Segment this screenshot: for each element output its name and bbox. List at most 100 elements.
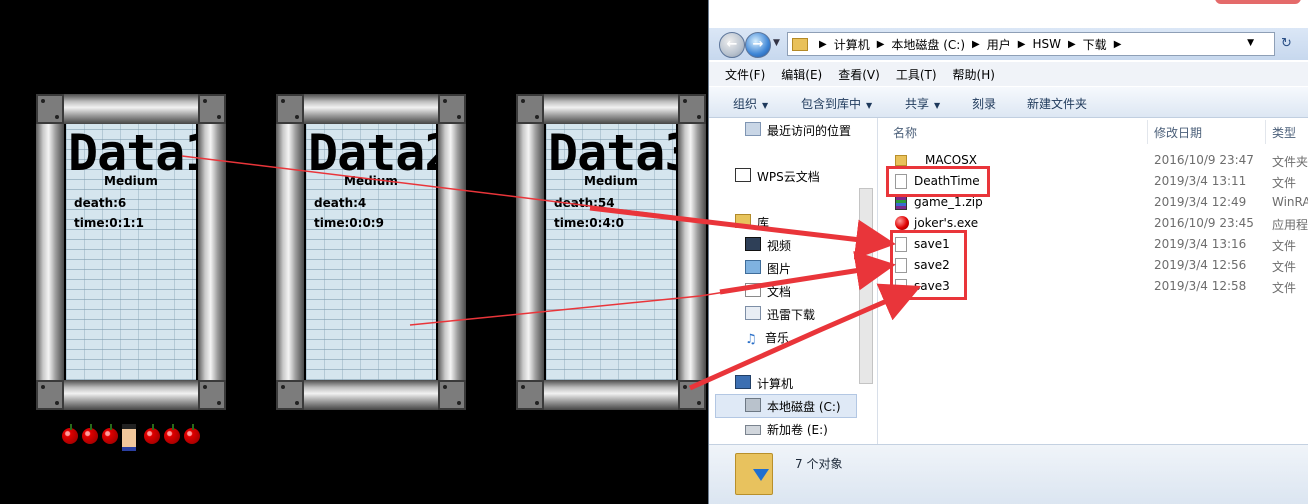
pillar-left	[36, 122, 64, 380]
breadcrumb-computer[interactable]: 计算机	[834, 36, 870, 53]
nav-music[interactable]: ♫ 音乐	[745, 329, 789, 346]
save-slot-3[interactable]: Data3 Medium death:54 time:0:4:0	[516, 94, 706, 410]
bolt-icon	[516, 380, 544, 410]
nav-xunlei[interactable]: 迅雷下载	[745, 306, 815, 323]
share-button[interactable]: 共享 ▼	[905, 95, 940, 112]
column-header-name[interactable]: 名称	[893, 124, 917, 141]
item-count: 7 个对象	[795, 457, 843, 471]
address-dropdown-icon[interactable]: ▼	[1247, 38, 1254, 48]
file-type: 文件	[1272, 239, 1297, 253]
nav-computer[interactable]: 计算机	[735, 375, 793, 392]
bolt-icon	[438, 94, 466, 124]
include-library-button[interactable]: 包含到库中 ▼	[801, 95, 872, 112]
cherry-icon	[164, 424, 180, 444]
slot-time: time:0:4:0	[554, 216, 624, 230]
folder-icon	[792, 37, 808, 51]
nav-documents[interactable]: 文档	[745, 283, 791, 300]
pillar-left	[276, 122, 304, 380]
annotation-box-deathtime	[886, 166, 990, 197]
menu-bar: 文件(F) 编辑(E) 查看(V) 工具(T) 帮助(H)	[709, 62, 1308, 86]
address-bar[interactable]: ▶ 计算机 ▶ 本地磁盘 (C:) ▶ 用户 ▶ HSW ▶ 下载 ▶ ▼	[787, 32, 1275, 56]
nav-label: 新加卷 (E:)	[767, 423, 828, 437]
slot-death-count: death:54	[554, 196, 615, 210]
nav-label: 最近访问的位置	[767, 124, 852, 138]
chevron-right-icon[interactable]: ▶	[1114, 39, 1122, 50]
menu-edit[interactable]: 编辑(E)	[781, 66, 822, 83]
bolt-icon	[198, 94, 226, 124]
history-dropdown-icon[interactable]: ▼	[773, 38, 780, 48]
slot-panel: Data2 Medium death:4 time:0:0:9	[306, 124, 436, 380]
menu-file[interactable]: 文件(F)	[725, 66, 765, 83]
burn-button[interactable]: 刻录	[972, 95, 996, 112]
slot-title: Data1	[68, 124, 196, 182]
column-divider[interactable]	[1265, 120, 1266, 144]
chevron-right-icon[interactable]: ▶	[972, 39, 980, 50]
back-button[interactable]: ←	[719, 32, 745, 58]
nav-library[interactable]: 库	[735, 214, 769, 231]
nav-label: 视频	[767, 239, 792, 253]
breadcrumb-drive-c[interactable]: 本地磁盘 (C:)	[891, 36, 965, 53]
chevron-right-icon[interactable]: ▶	[1068, 39, 1076, 50]
breadcrumb-downloads[interactable]: 下载	[1083, 36, 1107, 53]
bolt-icon	[678, 380, 706, 410]
nav-recent[interactable]: 最近访问的位置	[745, 122, 851, 139]
slot-difficulty: Medium	[104, 174, 158, 188]
cherry-icon	[102, 424, 118, 444]
file-type: 文件夹	[1272, 155, 1308, 169]
chevron-down-icon: ▼	[934, 101, 941, 110]
wps-cloud-icon	[735, 168, 751, 182]
save-slot-2[interactable]: Data2 Medium death:4 time:0:0:9	[276, 94, 466, 410]
cherry-row	[62, 424, 208, 451]
file-type: 文件	[1272, 281, 1297, 295]
file-date: 2019/3/4 12:58	[1154, 279, 1247, 293]
bolt-icon	[678, 94, 706, 124]
chevron-right-icon[interactable]: ▶	[819, 39, 827, 50]
column-divider[interactable]	[1147, 120, 1148, 144]
download-arrow-icon	[753, 469, 769, 481]
file-date: 2016/10/9 23:45	[1154, 216, 1254, 230]
nav-wps[interactable]: WPS云文档	[735, 168, 820, 185]
chevron-right-icon[interactable]: ▶	[877, 39, 885, 50]
cherry-icon	[82, 424, 98, 444]
folder-icon	[895, 155, 907, 166]
bolt-icon	[438, 380, 466, 410]
column-header-type[interactable]: 类型	[1272, 124, 1296, 141]
file-date: 2019/3/4 13:16	[1154, 237, 1247, 251]
organize-button[interactable]: 组织 ▼	[733, 95, 768, 112]
file-date: 2019/3/4 12:49	[1154, 195, 1247, 209]
close-button[interactable]	[1215, 0, 1301, 4]
new-folder-button[interactable]: 新建文件夹	[1027, 95, 1087, 112]
breadcrumb-hsw[interactable]: HSW	[1032, 37, 1061, 51]
exe-icon	[895, 216, 909, 230]
command-bar: 组织 ▼ 包含到库中 ▼ 共享 ▼ 刻录 新建文件夹	[709, 87, 1308, 118]
column-header-date[interactable]: 修改日期	[1154, 124, 1202, 141]
file-date: 2019/3/4 13:11	[1154, 174, 1247, 188]
menu-tools[interactable]: 工具(T)	[896, 66, 937, 83]
breadcrumb-users[interactable]: 用户	[987, 36, 1011, 53]
refresh-icon[interactable]: ↻	[1281, 36, 1292, 51]
cherry-icon	[62, 424, 78, 444]
file-type: WinRA	[1272, 195, 1308, 209]
zip-icon	[895, 195, 907, 210]
forward-button[interactable]: →	[745, 32, 771, 58]
slot-title: Data2	[308, 124, 436, 182]
nav-label: 库	[757, 216, 770, 230]
save-slot-1[interactable]: Data1 Medium death:6 time:0:1:1	[36, 94, 226, 410]
organize-label: 组织	[733, 97, 758, 111]
nav-label: 计算机	[757, 377, 794, 391]
nav-drive-c[interactable]: 本地磁盘 (C:)	[745, 398, 841, 415]
pillar-right	[198, 122, 226, 380]
nav-drive-e[interactable]: 新加卷 (E:)	[745, 421, 828, 438]
computer-icon	[735, 375, 751, 389]
chevron-right-icon[interactable]: ▶	[1018, 39, 1026, 50]
menu-view[interactable]: 查看(V)	[838, 66, 880, 83]
slot-title: Data3	[548, 124, 676, 182]
menu-help[interactable]: 帮助(H)	[953, 66, 995, 83]
nav-scrollbar[interactable]	[859, 188, 873, 384]
nav-pictures[interactable]: 图片	[745, 260, 791, 277]
file-name: game_1.zip	[914, 195, 983, 209]
chevron-down-icon: ▼	[762, 101, 769, 110]
nav-label: 音乐	[765, 331, 790, 345]
nav-video[interactable]: 视频	[745, 237, 791, 254]
game-window: Data1 Medium death:6 time:0:1:1 Data2 Me…	[0, 0, 708, 504]
